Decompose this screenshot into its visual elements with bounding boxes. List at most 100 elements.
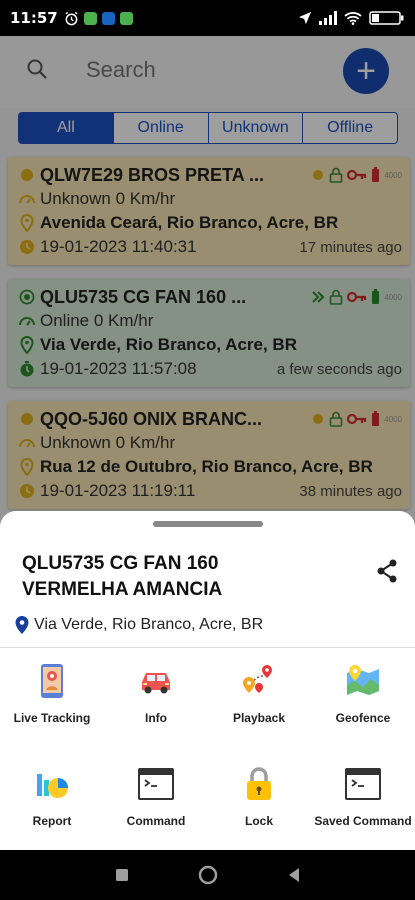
report-button[interactable]: Report	[0, 764, 104, 828]
vehicle-title: QQO-5J60 ONIX BRANC...	[40, 408, 263, 429]
tab-unknown[interactable]: Unknown	[209, 113, 304, 143]
report-chart-icon	[32, 764, 72, 804]
location-pin-icon	[15, 616, 29, 634]
ignition-key-icon	[347, 291, 367, 303]
sheet-drag-handle[interactable]	[153, 521, 263, 527]
app-notification-icon	[119, 11, 133, 25]
recents-icon[interactable]	[115, 868, 129, 882]
geofence-label: Geofence	[335, 711, 391, 725]
home-icon[interactable]	[198, 865, 218, 885]
geofence-button[interactable]: Geofence	[311, 661, 415, 725]
vehicle-status-icons: 4000	[311, 411, 402, 427]
clock-icon	[18, 238, 36, 256]
speedometer-icon	[18, 190, 36, 208]
live-tracking-label: Live Tracking	[13, 711, 91, 725]
device-tag: 4000	[384, 414, 402, 424]
location-arrow-icon	[298, 11, 312, 25]
vehicle-actions-sheet: QLU5735 CG FAN 160 VERMELHA AMANCIA Via …	[0, 511, 415, 850]
vehicle-last-seen: 38 minutes ago	[299, 482, 402, 500]
tab-online[interactable]: Online	[114, 113, 209, 143]
status-dot-icon	[313, 170, 324, 180]
playback-route-icon	[239, 661, 279, 701]
alarm-icon	[65, 11, 78, 25]
vehicle-datetime: 19-01-2023 11:57:08	[40, 359, 197, 378]
sheet-address-text: Via Verde, Rio Branco, Acre, BR	[34, 616, 264, 633]
device-tag: 4000	[384, 292, 402, 302]
share-icon[interactable]	[376, 559, 398, 583]
signal-icon	[319, 11, 337, 25]
add-vehicle-button[interactable]: +	[343, 48, 389, 94]
saved-command-button[interactable]: Saved Command	[311, 764, 415, 828]
status-time: 11:57	[10, 9, 58, 27]
tab-offline[interactable]: Offline	[303, 113, 397, 143]
vehicle-status-speed: Unknown 0 Km/hr	[40, 433, 176, 452]
battery-low-icon	[372, 167, 380, 182]
search-input[interactable]: Search	[86, 57, 156, 83]
car-icon	[136, 661, 176, 701]
playback-label: Playback	[232, 711, 286, 725]
lock-label: Lock	[244, 814, 273, 828]
lock-button[interactable]: Lock	[207, 764, 311, 828]
clock-icon	[18, 482, 36, 500]
ignition-key-icon	[347, 413, 367, 425]
battery-low-icon	[372, 411, 380, 426]
vehicle-status-icons: 4000	[311, 167, 402, 183]
sheet-vehicle-title: QLU5735 CG FAN 160 VERMELHA AMANCIA	[22, 551, 352, 603]
search-icon[interactable]	[26, 58, 48, 80]
saved-terminal-icon	[343, 764, 383, 804]
navigation-bar	[0, 850, 415, 900]
app-notification-icon	[101, 11, 115, 25]
status-bar: 11:57	[0, 0, 415, 36]
tab-all[interactable]: All	[19, 113, 114, 143]
vehicle-address: Avenida Ceará, Rio Branco, Acre, BR	[40, 213, 339, 232]
info-label: Info	[145, 711, 167, 725]
command-button[interactable]: Command	[104, 764, 208, 828]
vehicle-address: Via Verde, Rio Branco, Acre, BR	[40, 335, 297, 354]
vehicle-card[interactable]: QQO-5J60 ONIX BRANC... 4000 Unknown 0 Km…	[8, 401, 410, 509]
device-tag: 4000	[384, 170, 402, 180]
location-pin-icon	[18, 458, 36, 476]
stopwatch-icon	[18, 360, 36, 378]
battery-icon	[369, 11, 404, 25]
vehicle-card[interactable]: QLW7E29 BROS PRETA ... 4000 Unknown 0 Km…	[8, 157, 410, 265]
saved-command-label: Saved Command	[314, 814, 412, 828]
vehicle-status-speed: Unknown 0 Km/hr	[40, 189, 176, 208]
vehicle-title: QLW7E29 BROS PRETA ...	[40, 164, 265, 185]
terminal-icon	[136, 764, 176, 804]
sheet-address: Via Verde, Rio Branco, Acre, BR	[14, 615, 263, 635]
vehicle-card[interactable]: QLU5735 CG FAN 160 ... 4000 Online 0 Km/…	[8, 279, 410, 387]
padlock-icon	[239, 764, 279, 804]
info-button[interactable]: Info	[104, 661, 208, 725]
live-tracking-button[interactable]: Live Tracking	[0, 661, 104, 725]
playback-button[interactable]: Playback	[207, 661, 311, 725]
divider	[0, 647, 415, 648]
search-bar: Search +	[0, 36, 415, 108]
vehicle-datetime: 19-01-2023 11:19:11	[40, 481, 196, 500]
vehicle-last-seen: a few seconds ago	[276, 360, 402, 378]
ignition-key-icon	[347, 169, 367, 181]
vehicle-title: QLU5735 CG FAN 160 ...	[40, 286, 247, 307]
sheet-title-line2: VERMELHA AMANCIA	[22, 579, 223, 600]
vehicle-address: Rua 12 de Outubro, Rio Branco, Acre, BR	[40, 457, 373, 476]
vehicle-last-seen: 17 minutes ago	[299, 238, 402, 256]
vehicle-datetime: 19-01-2023 11:40:31	[40, 237, 197, 256]
back-icon[interactable]	[287, 867, 301, 883]
speedometer-icon	[18, 312, 36, 330]
command-label: Command	[126, 814, 186, 828]
speedometer-icon	[18, 434, 36, 452]
system-icons	[298, 11, 405, 25]
lock-icon	[329, 289, 343, 305]
live-tracking-icon	[32, 661, 72, 701]
location-pin-icon	[18, 336, 36, 354]
vehicle-status-icons: 4000	[311, 289, 402, 305]
status-dot-icon	[18, 410, 36, 428]
sheet-title-line1: QLU5735 CG FAN 160	[22, 553, 219, 574]
moving-chevrons-icon	[312, 291, 325, 303]
status-dot-icon	[18, 166, 36, 184]
lock-icon	[329, 167, 343, 183]
target-icon	[18, 288, 36, 306]
status-filter-tabs: All Online Unknown Offline	[18, 112, 398, 144]
geofence-map-icon	[343, 661, 383, 701]
status-dot-icon	[313, 414, 324, 424]
report-label: Report	[32, 814, 72, 828]
